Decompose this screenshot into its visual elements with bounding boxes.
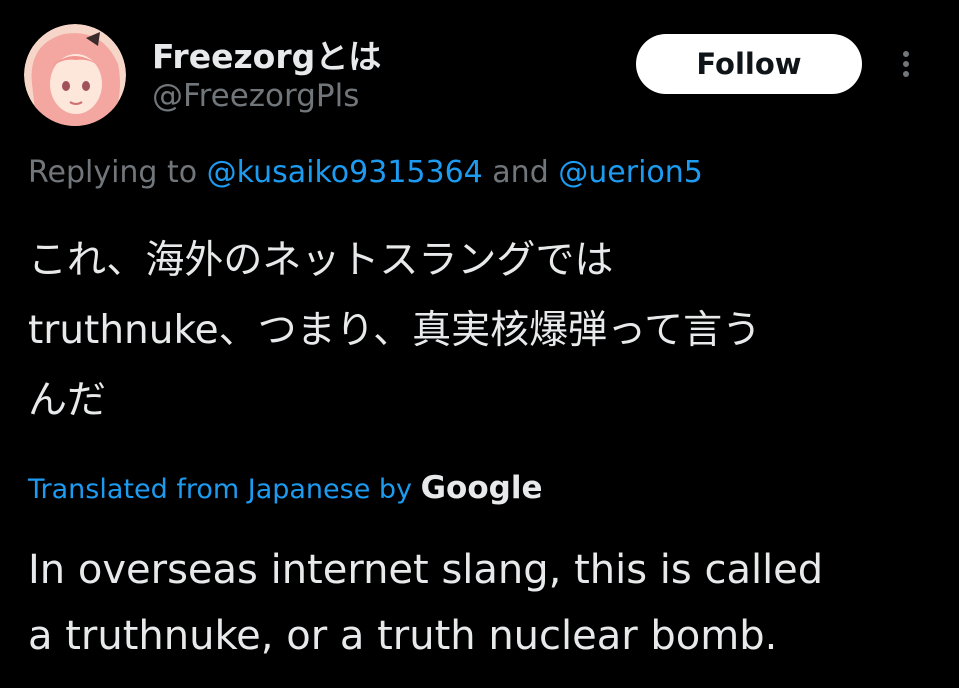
more-vertical-icon[interactable] xyxy=(896,44,916,84)
tweet-translated-text: In overseas internet slang, this is call… xyxy=(28,537,938,669)
translation-attribution[interactable]: Translated from Japanese by Google xyxy=(28,470,543,506)
author-handle[interactable]: @FreezorgPls xyxy=(152,78,359,114)
follow-button[interactable]: Follow xyxy=(636,34,862,94)
mention-link-1[interactable]: @kusaiko9315364 xyxy=(207,155,483,190)
mention-link-2[interactable]: @uerion5 xyxy=(558,155,703,190)
original-text-line: truthnuke、つまり、真実核爆弾って言う xyxy=(28,308,762,353)
avatar-image-icon xyxy=(24,24,126,126)
replying-to-line: Replying to @kusaiko9315364 and @uerion5 xyxy=(28,155,703,190)
original-text-line: んだ xyxy=(28,378,107,423)
replying-to-conjunction: and xyxy=(482,155,559,190)
avatar[interactable] xyxy=(24,24,126,126)
replying-to-prefix: Replying to xyxy=(28,155,207,190)
translation-attribution-label: Translated from Japanese by xyxy=(28,474,421,505)
tweet-original-text: これ、海外のネットスラングでは truthnuke、つまり、真実核爆弾って言う … xyxy=(28,226,933,436)
tweet-card: Freezorgとは @FreezorgPls Follow Replying … xyxy=(0,0,959,688)
translation-provider-logo: Google xyxy=(420,470,543,506)
translated-text-line: a truthnuke, or a truth nuclear bomb. xyxy=(28,613,778,659)
translated-text-line: In overseas internet slang, this is call… xyxy=(28,547,824,593)
original-text-line: これ、海外のネットスラングでは xyxy=(28,238,614,283)
author-display-name[interactable]: Freezorgとは xyxy=(152,30,381,78)
